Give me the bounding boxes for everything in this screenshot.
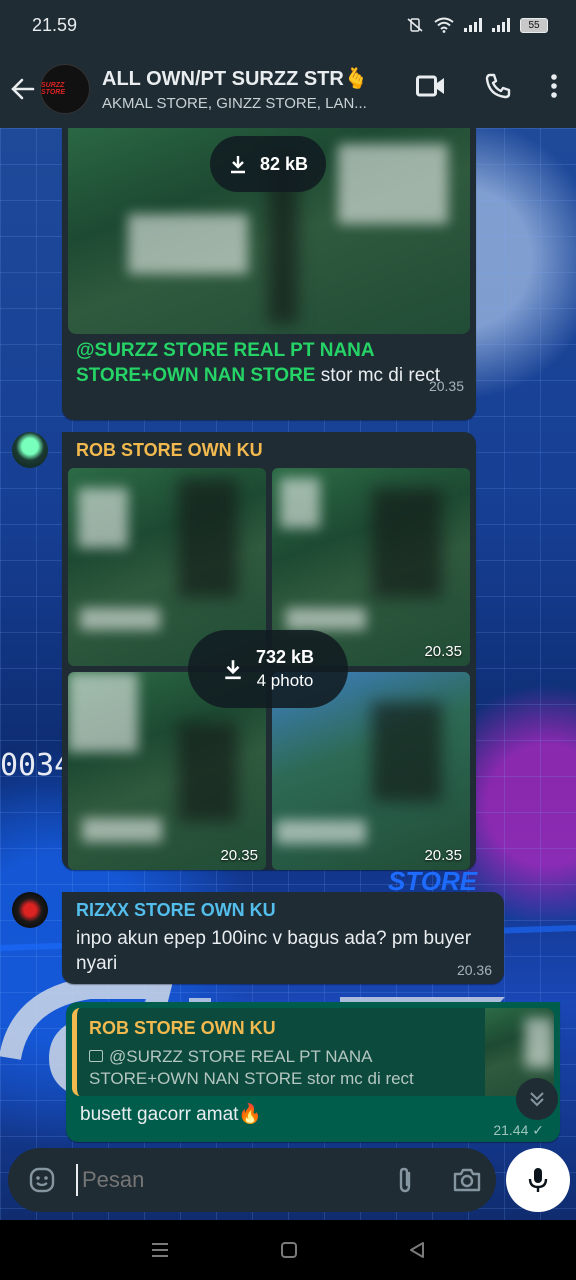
composer [0, 1140, 576, 1220]
photo-time: 20.35 [424, 643, 462, 660]
message-text: @SURZZ STORE REAL PT NANA STORE+OWN NAN … [76, 338, 456, 388]
quoted-body: @SURZZ STORE REAL PT NANA STORE+OWN NAN … [89, 1047, 414, 1088]
status-bar: 21.59 55 [0, 0, 576, 50]
more-options-icon[interactable] [550, 73, 558, 99]
quoted-sender: ROB STORE OWN KU [89, 1018, 276, 1038]
download-icon [230, 156, 245, 174]
message-text: inpo akun epep 100inc v bagus ada? pm bu… [76, 928, 472, 974]
message-bubble[interactable]: ROB STORE OWN KU 20.35 20.35 20.35 732 k… [62, 432, 476, 870]
scroll-to-bottom-button[interactable] [516, 1078, 558, 1120]
photo-count: 4 photo [256, 671, 314, 690]
back-arrow-icon [11, 78, 35, 100]
microphone-icon [528, 1168, 548, 1192]
chat-header: SURZZ STORE ALL OWN/PT SURZZ STR🫰 AKMAL … [0, 50, 576, 128]
back-button[interactable] [10, 76, 36, 102]
message-body: stor mc di rect [315, 365, 441, 386]
video-call-icon[interactable] [416, 74, 446, 98]
home-icon[interactable] [280, 1241, 298, 1259]
sender-name[interactable]: RIZXX STORE OWN KU [76, 900, 276, 921]
system-nav-bar [0, 1220, 576, 1280]
double-chevron-down-icon [530, 1092, 544, 1107]
wifi-icon [434, 17, 454, 33]
avatar-logo-text: SURZZ STORE [41, 82, 65, 96]
recent-apps-icon[interactable] [150, 1241, 170, 1259]
message-text: busett gacorr amat🔥 [80, 1104, 263, 1125]
message-bubble[interactable]: RIZXX STORE OWN KU inpo akun epep 100inc… [62, 892, 504, 984]
quoted-text: @SURZZ STORE REAL PT NANA STORE+OWN NAN … [89, 1046, 449, 1090]
sender-avatar[interactable] [12, 432, 48, 468]
voice-call-icon[interactable] [484, 72, 512, 100]
photo-time: 20.35 [220, 847, 258, 864]
status-time: 21.59 [32, 14, 78, 35]
chat-area[interactable]: 0034 STORE 82 kB @SURZZ STORE REAL PT NA… [0, 128, 576, 1220]
group-title: ALL OWN/PT SURZZ STR🫰 [102, 68, 369, 90]
back-nav-icon[interactable] [408, 1241, 426, 1259]
status-icons: 55 [406, 17, 548, 33]
photo-time: 20.35 [424, 847, 462, 864]
download-icon [225, 660, 241, 680]
group-info[interactable]: ALL OWN/PT SURZZ STR🫰 AKMAL STORE, GINZZ… [102, 66, 392, 112]
signal-1-icon [464, 18, 482, 32]
quoted-message[interactable]: ROB STORE OWN KU @SURZZ STORE REAL PT NA… [72, 1008, 554, 1096]
group-avatar[interactable]: SURZZ STORE [40, 64, 90, 114]
vibrate-mute-icon [407, 18, 423, 32]
download-button[interactable]: 82 kB [210, 136, 326, 192]
download-size: 82 kB [259, 153, 309, 174]
download-size: 732 kB [255, 647, 315, 667]
camera-icon[interactable] [452, 1166, 482, 1194]
emoji-icon[interactable] [28, 1166, 56, 1194]
battery-icon: 55 [520, 17, 548, 33]
message-bubble[interactable]: 82 kB @SURZZ STORE REAL PT NANA STORE+OW… [62, 128, 476, 420]
attach-icon[interactable] [394, 1166, 416, 1194]
image-icon [89, 1050, 103, 1062]
group-members: AKMAL STORE, GINZZ STORE, LAN... [102, 95, 367, 112]
message-time: 20.36 [456, 962, 492, 978]
message-time: 20.35 [428, 378, 464, 394]
header-actions [416, 72, 558, 100]
download-album-button[interactable]: 732 kB 4 photo [188, 630, 348, 708]
sender-avatar[interactable] [12, 892, 48, 928]
message-input[interactable] [76, 1164, 376, 1196]
outgoing-message-bubble[interactable]: ROB STORE OWN KU @SURZZ STORE REAL PT NA… [66, 1002, 560, 1142]
signal-2-icon [492, 18, 510, 32]
voice-record-button[interactable] [506, 1148, 570, 1212]
sender-name[interactable]: ROB STORE OWN KU [76, 440, 263, 461]
message-input-container [8, 1148, 496, 1212]
message-time: 21.44 ✓ [493, 1122, 544, 1138]
